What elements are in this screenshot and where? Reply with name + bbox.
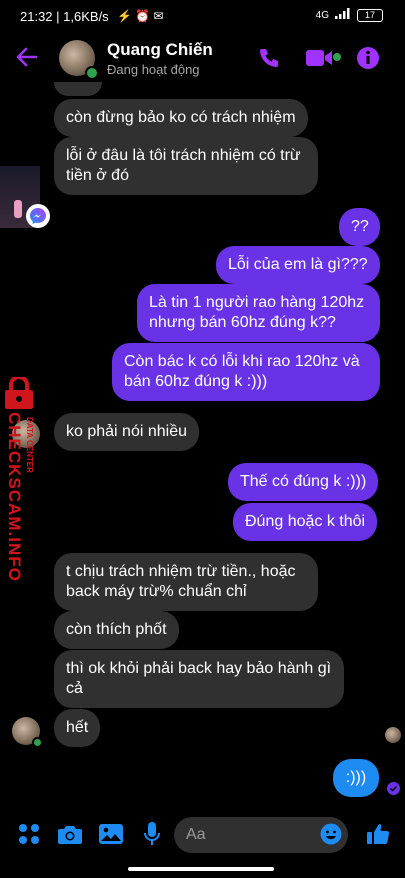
message-out[interactable]: Lỗi của em là gì???: [216, 246, 380, 284]
status-right: 4G 17: [316, 8, 383, 22]
battery-icon: 17: [357, 8, 383, 22]
message-in[interactable]: lỗi ở đâu là tôi trách nhiệm có trừ tiền…: [54, 137, 318, 195]
watermark: CHECKSCAM.INFO DATA CENTER: [0, 375, 40, 587]
message-in[interactable]: t chịu trách nhiệm trừ tiền., hoặc back …: [54, 553, 318, 611]
camera-icon[interactable]: [58, 824, 82, 849]
message-out[interactable]: Là tin 1 người rao hàng 120hz nhưng bán …: [137, 284, 380, 342]
message-in[interactable]: hết: [54, 709, 101, 747]
message-bubble-partial: [54, 82, 102, 96]
message-in[interactable]: ko phải nói nhiều: [54, 413, 199, 451]
active-status: Đang hoạt động: [107, 62, 200, 77]
like-thumb-icon[interactable]: [366, 822, 390, 851]
back-arrow-icon[interactable]: [14, 44, 40, 75]
message-out[interactable]: Còn bác k có lỗi khi rao 120hz và bán 60…: [112, 343, 380, 401]
signal-icon: [335, 8, 351, 22]
network-type-label: 4G: [315, 9, 329, 21]
microphone-icon[interactable]: [144, 822, 160, 851]
contact-name[interactable]: Quang Chiến: [107, 40, 213, 60]
video-online-dot: [333, 53, 341, 61]
message-input-placeholder: Aa: [186, 826, 206, 843]
messenger-logo-icon: [26, 204, 50, 228]
status-icons-left: ⚡ ⏰ ✉: [117, 9, 164, 23]
lock-icon: [2, 375, 36, 414]
info-icon[interactable]: [356, 46, 380, 75]
watermark-subtext: DATA CENTER: [25, 417, 34, 473]
message-out[interactable]: ??: [339, 208, 380, 246]
apps-menu-icon[interactable]: [18, 823, 40, 850]
watermark-text: CHECKSCAM.INFO: [5, 412, 24, 582]
message-out[interactable]: Đúng hoặc k thôi: [233, 503, 378, 541]
message-out[interactable]: :))): [333, 759, 379, 797]
emoji-icon[interactable]: [320, 823, 342, 850]
message-in[interactable]: còn đừng bảo ko có trách nhiệm: [54, 99, 308, 137]
delivered-check-icon: [387, 782, 400, 795]
gallery-icon[interactable]: [99, 824, 123, 849]
home-indicator[interactable]: [128, 867, 274, 871]
online-indicator: [32, 737, 43, 748]
status-bar: 21:32 | 1,6KB/s ⚡ ⏰ ✉ 4G 17: [0, 0, 405, 32]
status-time: 21:32 | 1,6KB/s: [20, 9, 109, 24]
seen-avatar: [385, 727, 401, 743]
message-input[interactable]: Aa: [174, 817, 348, 853]
message-in[interactable]: còn thích phốt: [54, 611, 179, 649]
message-in[interactable]: thì ok khỏi phải back hay bảo hành gì cả: [54, 650, 344, 708]
phone-icon[interactable]: [257, 46, 281, 75]
message-out[interactable]: Thế có đúng k :))): [228, 463, 379, 501]
video-call-icon[interactable]: [306, 48, 334, 73]
online-indicator: [85, 66, 99, 80]
